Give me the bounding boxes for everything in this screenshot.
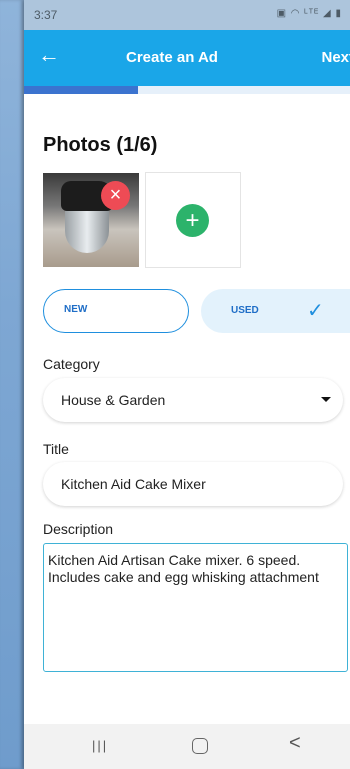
status-time: 3:37 xyxy=(34,8,58,22)
status-bar: 3:37 ▣ ◠ ᴸᵀᴱ ◢ ▮ xyxy=(24,0,350,30)
photos-title: Photos (1/6) xyxy=(43,134,158,156)
mixer-image-bowl xyxy=(65,211,109,253)
status-icons: ▣ ◠ ᴸᵀᴱ ◢ ▮ xyxy=(276,8,342,19)
description-value: Kitchen Aid Artisan Cake mixer. 6 speed.… xyxy=(48,552,319,585)
checkmark-icon: ✓ xyxy=(307,300,324,322)
category-value: House & Garden xyxy=(61,392,166,408)
title-value: Kitchen Aid Cake Mixer xyxy=(61,476,206,492)
condition-used-label: USED xyxy=(231,305,259,316)
background-strip xyxy=(0,0,24,769)
condition-used-button[interactable]: USED ✓ xyxy=(201,289,350,333)
description-textarea[interactable]: Kitchen Aid Artisan Cake mixer. 6 speed.… xyxy=(43,543,348,672)
add-photo-icon: + xyxy=(176,204,209,237)
app-bar: ← Create an Ad Next xyxy=(24,30,350,86)
progress-fill xyxy=(24,86,139,94)
progress-bar xyxy=(24,86,350,94)
condition-new-label: NEW xyxy=(64,304,88,315)
next-button[interactable]: Next xyxy=(321,49,350,66)
system-nav-bar: ||| < xyxy=(24,724,350,769)
home-icon[interactable] xyxy=(192,738,208,754)
title-label: Title xyxy=(43,441,69,457)
category-select[interactable]: House & Garden xyxy=(43,378,343,422)
phone-screen: 3:37 ▣ ◠ ᴸᵀᴱ ◢ ▮ ← Create an Ad Next Pho… xyxy=(24,0,350,769)
nav-back-icon[interactable]: < xyxy=(289,732,301,755)
description-label: Description xyxy=(43,521,114,537)
page-title: Create an Ad xyxy=(126,49,218,66)
recents-icon[interactable]: ||| xyxy=(92,738,108,753)
condition-new-button[interactable]: NEW xyxy=(43,289,189,333)
category-label: Category xyxy=(43,356,100,372)
caret-down-icon xyxy=(321,397,331,402)
title-input[interactable]: Kitchen Aid Cake Mixer xyxy=(43,462,343,506)
remove-photo-icon[interactable]: × xyxy=(101,181,130,210)
add-photo-button[interactable]: + xyxy=(145,172,241,268)
